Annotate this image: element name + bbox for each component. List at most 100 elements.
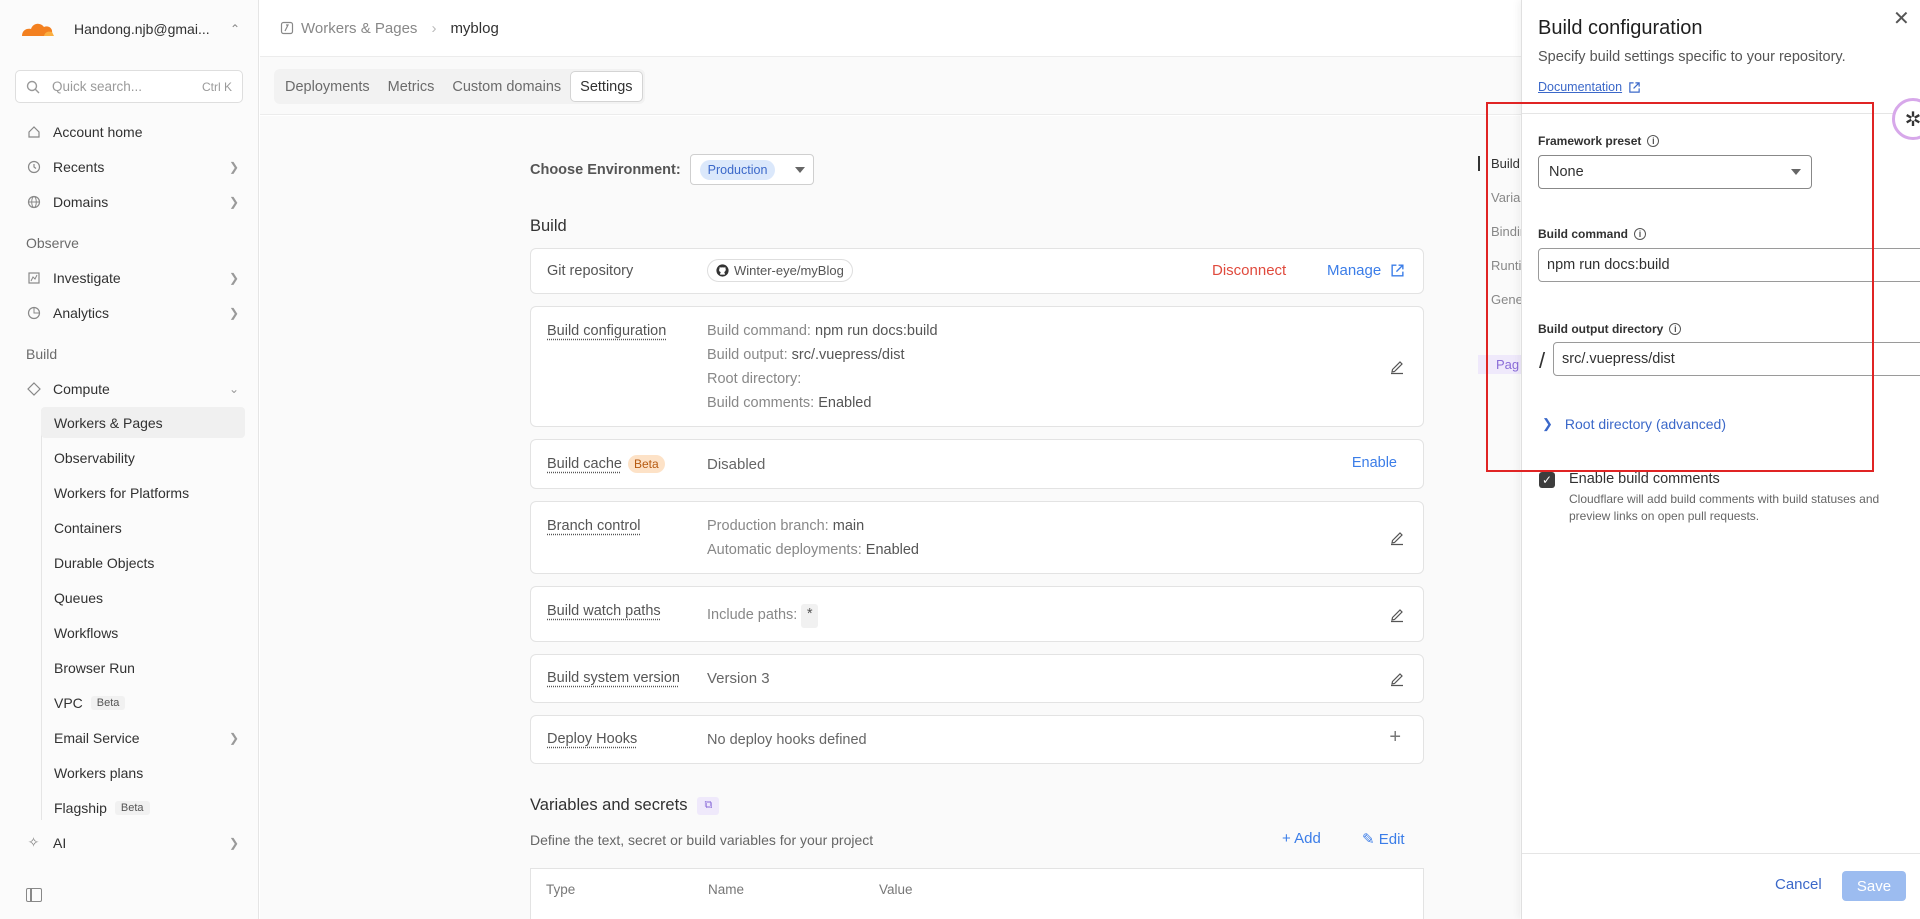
- pencil-icon[interactable]: [1389, 359, 1405, 375]
- environment-select[interactable]: Production: [690, 154, 814, 185]
- nav-label: AI: [53, 835, 229, 851]
- cloudflare-logo: [18, 19, 56, 39]
- build-configuration-card: Build configuration Build command: npm r…: [530, 306, 1424, 427]
- beta-badge: Beta: [115, 801, 150, 815]
- nav-flagship[interactable]: Flagship Beta: [41, 792, 245, 823]
- variables-description: Define the text, secret or build variabl…: [530, 832, 873, 848]
- sidebar: Handong.njb@gmai... ⌃ Quick search... Ct…: [0, 0, 259, 919]
- repo-name: Winter-eye/myBlog: [734, 263, 844, 278]
- globe-icon: [26, 194, 41, 209]
- repo-pill[interactable]: Winter-eye/myBlog: [707, 259, 853, 282]
- investigate-icon: [26, 270, 41, 285]
- tab-deployments[interactable]: Deployments: [276, 71, 379, 102]
- include-paths-value: *: [801, 604, 818, 628]
- nav-durable-objects[interactable]: Durable Objects: [41, 547, 245, 578]
- enable-build-cache-button[interactable]: Enable: [1352, 455, 1397, 471]
- nav-label: Durable Objects: [54, 555, 154, 571]
- nav-investigate[interactable]: Investigate ❯: [15, 262, 245, 293]
- breadcrumb-parent[interactable]: Workers & Pages: [301, 20, 417, 37]
- nav-label: Browser Run: [54, 660, 135, 676]
- nav-containers[interactable]: Containers: [41, 512, 245, 543]
- workers-icon: [280, 21, 294, 35]
- nav-compute[interactable]: Compute ⌄: [15, 373, 245, 404]
- build-command-value: npm run docs:build: [815, 323, 938, 339]
- branch-control-title[interactable]: Branch control: [547, 518, 641, 534]
- build-heading: Build: [530, 217, 567, 236]
- add-variable-button[interactable]: + Add: [1282, 830, 1321, 847]
- environment-row: Choose Environment: Production: [530, 154, 814, 185]
- sidebar-collapse-icon[interactable]: [26, 888, 42, 902]
- nav-domains[interactable]: Domains ❯: [15, 186, 245, 217]
- automatic-deployments-key: Automatic deployments:: [707, 542, 862, 558]
- nav-recents[interactable]: Recents ❯: [15, 151, 245, 182]
- pencil-icon[interactable]: [1389, 607, 1405, 623]
- include-paths-key: Include paths:: [707, 607, 797, 623]
- production-branch-value: main: [833, 518, 864, 534]
- build-watch-paths-title[interactable]: Build watch paths: [547, 603, 661, 619]
- nav-label: Recents: [53, 159, 229, 175]
- account-switcher[interactable]: Handong.njb@gmai... ⌃: [18, 14, 240, 44]
- nav-vpc[interactable]: VPC Beta: [41, 687, 245, 718]
- search-shortcut: Ctrl K: [202, 80, 232, 94]
- deploy-hooks-value: No deploy hooks defined: [707, 728, 867, 752]
- add-label: Add: [1294, 830, 1321, 847]
- environment-label: Choose Environment:: [530, 162, 681, 178]
- manage-button[interactable]: Manage: [1327, 262, 1405, 279]
- nav-analytics[interactable]: Analytics ❯: [15, 297, 245, 328]
- nav-account-home[interactable]: Account home: [15, 116, 245, 147]
- nav-workers-for-platforms[interactable]: Workers for Platforms: [41, 477, 245, 508]
- add-deploy-hook-icon[interactable]: +: [1389, 726, 1401, 749]
- analytics-icon: [26, 305, 41, 320]
- production-branch-key: Production branch:: [707, 518, 829, 534]
- build-watch-paths-card: Build watch paths Include paths: *: [530, 586, 1424, 642]
- chevron-down-icon: ⌄: [229, 382, 239, 396]
- build-system-version-value: Version 3: [707, 667, 770, 691]
- tab-settings[interactable]: Settings: [570, 71, 642, 102]
- save-button[interactable]: Save: [1842, 871, 1906, 901]
- enable-build-comments-desc: Cloudflare will add build comments with …: [1569, 491, 1909, 525]
- plus-icon: +: [1282, 830, 1294, 847]
- nav-workers-pages[interactable]: Workers & Pages: [41, 407, 245, 438]
- nav-label: Investigate: [53, 270, 229, 286]
- documentation-link[interactable]: Documentation: [1538, 80, 1641, 94]
- pencil-icon[interactable]: [1389, 671, 1405, 687]
- tab-metrics[interactable]: Metrics: [379, 71, 444, 102]
- pencil-icon[interactable]: [1389, 530, 1405, 546]
- build-configuration-title[interactable]: Build configuration: [547, 323, 666, 339]
- docs-icon[interactable]: ⧉: [697, 797, 719, 815]
- nav-email-service[interactable]: Email Service ❯: [41, 722, 245, 753]
- documentation-label: Documentation: [1538, 80, 1622, 94]
- nav-workers-plans[interactable]: Workers plans: [41, 757, 245, 788]
- chevron-right-icon: ❯: [229, 306, 239, 320]
- tab-custom-domains[interactable]: Custom domains: [443, 71, 570, 102]
- disconnect-button[interactable]: Disconnect: [1212, 262, 1286, 279]
- nav-label: Domains: [53, 194, 229, 210]
- nav-label: Account home: [53, 124, 245, 140]
- chevron-right-icon: ❯: [229, 195, 239, 209]
- nav-browser-run[interactable]: Browser Run: [41, 652, 245, 683]
- drawer-title: Build configuration: [1538, 17, 1703, 40]
- nav-label: Workflows: [54, 625, 118, 641]
- nav-observability[interactable]: Observability: [41, 442, 245, 473]
- search-icon: [26, 80, 40, 94]
- external-link-icon: [1628, 81, 1641, 94]
- nav-ai[interactable]: ✧ AI ❯: [15, 827, 245, 858]
- enable-build-comments-checkbox[interactable]: ✓: [1539, 472, 1555, 488]
- edit-variables-button[interactable]: ✎ Edit: [1362, 830, 1405, 848]
- deploy-hooks-title[interactable]: Deploy Hooks: [547, 731, 637, 747]
- nav-label: Workers plans: [54, 765, 143, 781]
- nav-queues[interactable]: Queues: [41, 582, 245, 613]
- section-build: Build: [26, 346, 57, 362]
- drawer-subtitle: Specify build settings specific to your …: [1538, 49, 1846, 65]
- build-output-value: src/.vuepress/dist: [792, 347, 905, 363]
- nav-workflows[interactable]: Workflows: [41, 617, 245, 648]
- nav-label: Compute: [53, 381, 229, 397]
- close-icon[interactable]: ✕: [1893, 6, 1910, 31]
- beta-badge: Beta: [91, 696, 126, 710]
- search-input[interactable]: Quick search... Ctrl K: [15, 70, 243, 103]
- automatic-deployments-value: Enabled: [866, 542, 919, 558]
- cancel-button[interactable]: Cancel: [1775, 876, 1822, 893]
- build-comments-key: Build comments:: [707, 395, 814, 411]
- build-system-version-title[interactable]: Build system version: [547, 670, 680, 686]
- build-cache-title[interactable]: Build cache Beta: [547, 455, 665, 473]
